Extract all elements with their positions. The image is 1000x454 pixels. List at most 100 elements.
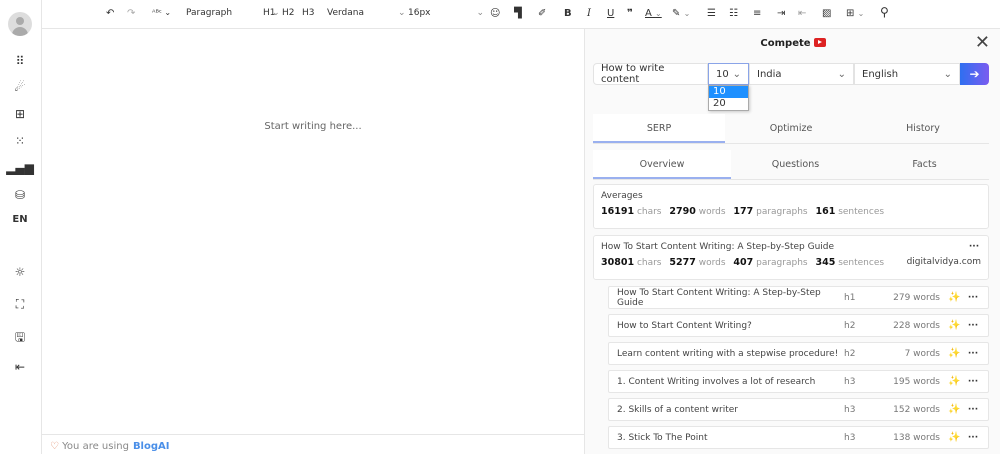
stat-paragraphs: 177 <box>733 206 754 217</box>
stat-words: 2790 <box>669 206 696 217</box>
stat-sentences: 345 <box>815 257 836 268</box>
h1-button[interactable]: H1 <box>263 8 276 18</box>
text-color-icon[interactable]: A ⌄ <box>645 8 662 19</box>
submit-button[interactable]: ➔ <box>960 63 989 85</box>
logout-icon[interactable]: ⇤ <box>0 360 40 374</box>
italic-icon[interactable]: I <box>587 8 591 19</box>
magic-wand-icon[interactable]: ✨ <box>948 404 966 415</box>
spellcheck-icon[interactable]: ᴬᴮᶜ ⌄ <box>152 8 171 17</box>
outdent-icon[interactable]: ⇤ <box>798 8 806 19</box>
unit: sentences <box>838 207 885 217</box>
averages-card: Averages 16191 chars 2790 words 177 para… <box>593 184 989 229</box>
font-select[interactable]: Verdana ⌄ <box>327 8 406 18</box>
heading-text: 3. Stick To The Point <box>617 432 708 443</box>
h2-button[interactable]: H2 <box>282 8 295 18</box>
fullscreen-icon[interactable]: ⛶ <box>0 297 40 312</box>
heading-row[interactable]: 3. Stick To The Point h3 138 words ✨ ··· <box>608 426 989 449</box>
sub-tabs: Overview Questions Facts <box>593 150 989 180</box>
magic-wand-icon[interactable]: ✨ <box>948 376 966 387</box>
tab-serp[interactable]: SERP <box>593 114 725 143</box>
database-icon[interactable]: ⛁ <box>0 188 40 202</box>
undo-icon[interactable]: ↶ <box>106 8 114 19</box>
count-select[interactable]: 10 ⌄ <box>708 63 749 85</box>
magic-wand-icon[interactable]: ✨ <box>948 432 966 443</box>
size-select[interactable]: 16px ⌄ <box>408 8 484 18</box>
more-icon[interactable]: ··· <box>966 377 980 387</box>
heading-row[interactable]: Learn content writing with a stepwise pr… <box>608 342 989 365</box>
table-icon[interactable]: ⊞ ⌄ <box>846 8 864 19</box>
block-format-value: Paragraph <box>186 8 233 18</box>
bar-chart-icon[interactable]: ▂▄▆ <box>0 161 40 175</box>
heading-words: 195 words <box>893 376 940 387</box>
result-stats: 30801 chars 5277 words 407 paragraphs 34… <box>601 257 981 268</box>
panel-title: Compete <box>585 38 1000 49</box>
averages-stats: 16191 chars 2790 words 177 paragraphs 16… <box>601 206 981 217</box>
main-tabs: SERP Optimize History <box>593 114 989 144</box>
tab-questions[interactable]: Questions <box>731 150 860 179</box>
heading-row[interactable]: 1. Content Writing involves a lot of res… <box>608 370 989 393</box>
averages-label: Averages <box>601 191 643 201</box>
add-widget-icon[interactable]: ⊞ <box>0 107 40 121</box>
unit: paragraphs <box>756 207 808 217</box>
search-row: How to write content 10 ⌄ India ⌄ English ⌄… <box>593 63 989 85</box>
bold-icon[interactable]: B <box>564 8 572 19</box>
compete-panel: Compete ✕ How to write content 10 ⌄ India… <box>584 29 1000 454</box>
rocket-icon[interactable]: ☄ <box>0 80 40 94</box>
tab-history[interactable]: History <box>857 114 989 143</box>
search-icon[interactable]: ⚲ <box>880 5 889 19</box>
heading-row[interactable]: How to Start Content Writing? h2 228 words… <box>608 314 989 337</box>
apps-icon[interactable]: ⠿ <box>0 54 40 68</box>
heading-row[interactable]: 2. Skills of a content writer h3 152 words… <box>608 398 989 421</box>
format-painter-icon[interactable]: ▜ <box>514 8 522 19</box>
indent-icon[interactable]: ⇥ <box>777 8 785 19</box>
ordered-list-icon[interactable]: ☰ <box>707 8 716 19</box>
country-select[interactable]: India ⌄ <box>749 63 854 85</box>
align-icon[interactable]: ≡ <box>753 8 761 19</box>
arrow-right-icon: ➔ <box>969 67 980 81</box>
image-icon[interactable]: ▨ <box>822 8 831 19</box>
language-button[interactable]: EN <box>0 214 40 225</box>
sun-icon[interactable]: ☼ <box>0 265 40 279</box>
tab-optimize[interactable]: Optimize <box>725 114 857 143</box>
more-icon[interactable]: ··· <box>966 321 980 331</box>
tab-overview[interactable]: Overview <box>593 150 731 179</box>
more-icon[interactable]: ··· <box>966 349 980 359</box>
more-icon[interactable]: ··· <box>966 405 980 415</box>
magic-wand-icon[interactable]: ✨ <box>948 348 966 359</box>
clear-format-icon[interactable]: ✐ <box>538 8 546 19</box>
emoji-icon[interactable]: ☺ <box>490 8 500 19</box>
language-select[interactable]: English ⌄ <box>854 63 960 85</box>
more-icon[interactable]: ··· <box>967 242 981 252</box>
underline-icon[interactable]: U <box>607 8 614 19</box>
h3-button[interactable]: H3 <box>302 8 315 18</box>
heading-level: h3 <box>844 432 856 443</box>
result-title[interactable]: How To Start Content Writing: A Step-by-… <box>601 242 834 252</box>
close-icon[interactable]: ✕ <box>975 32 990 53</box>
brand-link[interactable]: BlogAI <box>133 441 170 452</box>
editor-placeholder: Start writing here... <box>264 121 362 132</box>
youtube-icon[interactable] <box>813 38 826 47</box>
highlight-icon[interactable]: ✎ ⌄ <box>672 8 690 19</box>
heading-row[interactable]: How To Start Content Writing: A Step-by-… <box>608 286 989 309</box>
redo-icon[interactable]: ↷ <box>127 8 135 19</box>
avatar[interactable] <box>8 12 32 36</box>
footer: ♡ You are using BlogAI <box>42 434 584 454</box>
editor[interactable]: Start writing here... <box>42 29 584 434</box>
quote-icon[interactable]: ❞ <box>627 8 633 19</box>
dots-grid-icon[interactable]: ⁙ <box>0 134 40 148</box>
heading-level: h3 <box>844 404 856 415</box>
unit: chars <box>636 258 662 268</box>
more-icon[interactable]: ··· <box>966 433 980 443</box>
count-option[interactable]: 10 <box>709 86 748 98</box>
bullet-list-icon[interactable]: ☷ <box>729 8 738 19</box>
magic-wand-icon[interactable]: ✨ <box>948 320 966 331</box>
more-icon[interactable]: ··· <box>966 293 980 303</box>
tab-facts[interactable]: Facts <box>860 150 989 179</box>
count-option[interactable]: 20 <box>709 98 748 110</box>
magic-wand-icon[interactable]: ✨ <box>948 292 966 303</box>
result-card[interactable]: How To Start Content Writing: A Step-by-… <box>593 235 989 280</box>
query-input[interactable]: How to write content <box>593 63 708 85</box>
heading-text: How to Start Content Writing? <box>617 320 752 331</box>
heading-words: 279 words <box>893 292 940 303</box>
save-icon[interactable]: 🖫 <box>0 328 40 349</box>
